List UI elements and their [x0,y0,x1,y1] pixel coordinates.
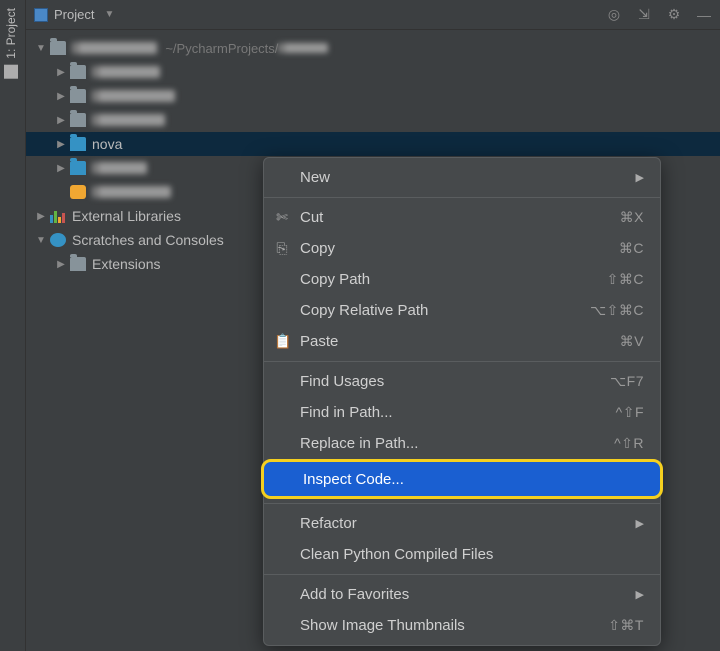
project-icon [34,8,48,22]
menu-separator [264,361,660,362]
menu-item-shortcut: ⌥⇧⌘C [590,302,644,319]
menu-item-label: Copy [300,240,335,257]
tree-item-label: External Libraries [72,208,181,224]
tree-item-label [92,186,171,198]
cut-icon: ✄ [274,209,290,226]
menu-item-label: Replace in Path... [300,435,418,452]
project-tool-icon [4,65,18,79]
menu-item-new[interactable]: New ▶ [264,162,660,193]
tree-item-label: nova [92,136,122,152]
menu-item-label: Refactor [300,515,357,532]
minimize-icon[interactable]: — [696,7,712,23]
tree-item-path: ~/PycharmProjects/ [165,41,328,56]
folder-icon [70,89,86,103]
tree-item-label: Extensions [92,256,160,272]
tree-item-label [92,162,147,174]
python-file-icon [70,185,86,199]
menu-item-label: Find in Path... [300,404,393,421]
project-view-selector[interactable]: Project ▼ [34,7,114,22]
libraries-icon [50,209,66,223]
menu-item-copy-path[interactable]: Copy Path ⇧⌘C [264,264,660,295]
panel-header: Project ▼ ◎ ⇲ ⚙ — [26,0,720,30]
menu-item-shortcut: ⇧⌘T [608,617,644,634]
menu-separator [264,503,660,504]
tree-item-label [92,90,175,102]
panel-title: Project [54,7,94,22]
context-menu: New ▶ ✄ Cut ⌘X ⎘ Copy ⌘C Copy Path ⇧⌘C Copy Relati… [263,157,661,646]
tree-item-label [92,66,160,78]
menu-item-cut[interactable]: ✄ Cut ⌘X [264,202,660,233]
expand-arrow-icon[interactable] [34,43,48,54]
menu-item-show-image-thumbnails[interactable]: Show Image Thumbnails ⇧⌘T [264,610,660,641]
submenu-arrow-icon: ▶ [636,517,644,530]
submenu-arrow-icon: ▶ [636,588,644,601]
menu-item-label: New [300,169,330,186]
expand-arrow-icon[interactable] [54,139,68,150]
tree-row[interactable] [26,84,720,108]
folder-icon [70,113,86,127]
menu-item-shortcut: ⇧⌘C [607,271,644,288]
sidebar-tab-label: 1: Project [4,8,18,59]
menu-item-shortcut: ⌘V [620,333,644,350]
paste-icon: 📋 [274,333,290,350]
menu-item-label: Cut [300,209,323,226]
menu-item-refactor[interactable]: Refactor ▶ [264,508,660,539]
expand-arrow-icon[interactable] [54,115,68,126]
menu-item-label: Add to Favorites [300,586,409,603]
target-icon[interactable]: ◎ [606,7,622,23]
expand-arrow-icon[interactable] [54,163,68,174]
tree-item-label [92,114,165,126]
folder-icon [70,137,86,151]
tree-row[interactable] [26,60,720,84]
menu-item-label: Clean Python Compiled Files [300,546,493,563]
menu-separator [264,197,660,198]
expand-arrow-icon[interactable] [34,211,48,222]
menu-item-shortcut: ^⇧R [614,435,644,452]
menu-item-label: Paste [300,333,338,350]
sidebar-tool-tab[interactable]: 1: Project [0,0,26,651]
menu-item-copy-relative-path[interactable]: Copy Relative Path ⌥⇧⌘C [264,295,660,326]
folder-icon [50,41,66,55]
expand-arrow-icon[interactable] [54,67,68,78]
menu-item-shortcut: ⌘C [619,240,644,257]
folder-icon [70,65,86,79]
expand-arrow-icon[interactable] [34,235,48,246]
copy-icon: ⎘ [274,240,290,257]
menu-item-find-usages[interactable]: Find Usages ⌥F7 [264,366,660,397]
menu-item-copy[interactable]: ⎘ Copy ⌘C [264,233,660,264]
menu-item-label: Find Usages [300,373,384,390]
menu-item-clean-python-compiled-files[interactable]: Clean Python Compiled Files [264,539,660,570]
menu-item-shortcut: ⌥F7 [610,373,644,390]
tree-row[interactable]: nova [26,132,720,156]
collapse-icon[interactable]: ⇲ [636,7,652,23]
chevron-down-icon: ▼ [104,9,114,20]
menu-item-inspect-code[interactable]: Inspect Code... [261,459,663,499]
tree-item-label: Scratches and Consoles [72,232,224,248]
menu-item-paste[interactable]: 📋 Paste ⌘V [264,326,660,357]
menu-item-label: Show Image Thumbnails [300,617,465,634]
expand-arrow-icon[interactable] [54,259,68,270]
scratches-icon [50,233,66,247]
folder-icon [70,257,86,271]
menu-item-label: Copy Path [300,271,370,288]
tree-row[interactable]: ~/PycharmProjects/ [26,36,720,60]
menu-separator [264,574,660,575]
menu-item-find-in-path[interactable]: Find in Path... ^⇧F [264,397,660,428]
menu-item-shortcut: ^⇧F [616,404,644,421]
menu-item-label: Copy Relative Path [300,302,428,319]
submenu-arrow-icon: ▶ [636,171,644,184]
tree-item-label [72,42,157,54]
folder-icon [70,161,86,175]
gear-icon[interactable]: ⚙ [666,7,682,23]
menu-item-add-to-favorites[interactable]: Add to Favorites ▶ [264,579,660,610]
menu-item-replace-in-path[interactable]: Replace in Path... ^⇧R [264,428,660,459]
menu-item-shortcut: ⌘X [620,209,644,226]
tree-row[interactable] [26,108,720,132]
expand-arrow-icon[interactable] [54,91,68,102]
menu-item-label: Inspect Code... [303,471,404,488]
